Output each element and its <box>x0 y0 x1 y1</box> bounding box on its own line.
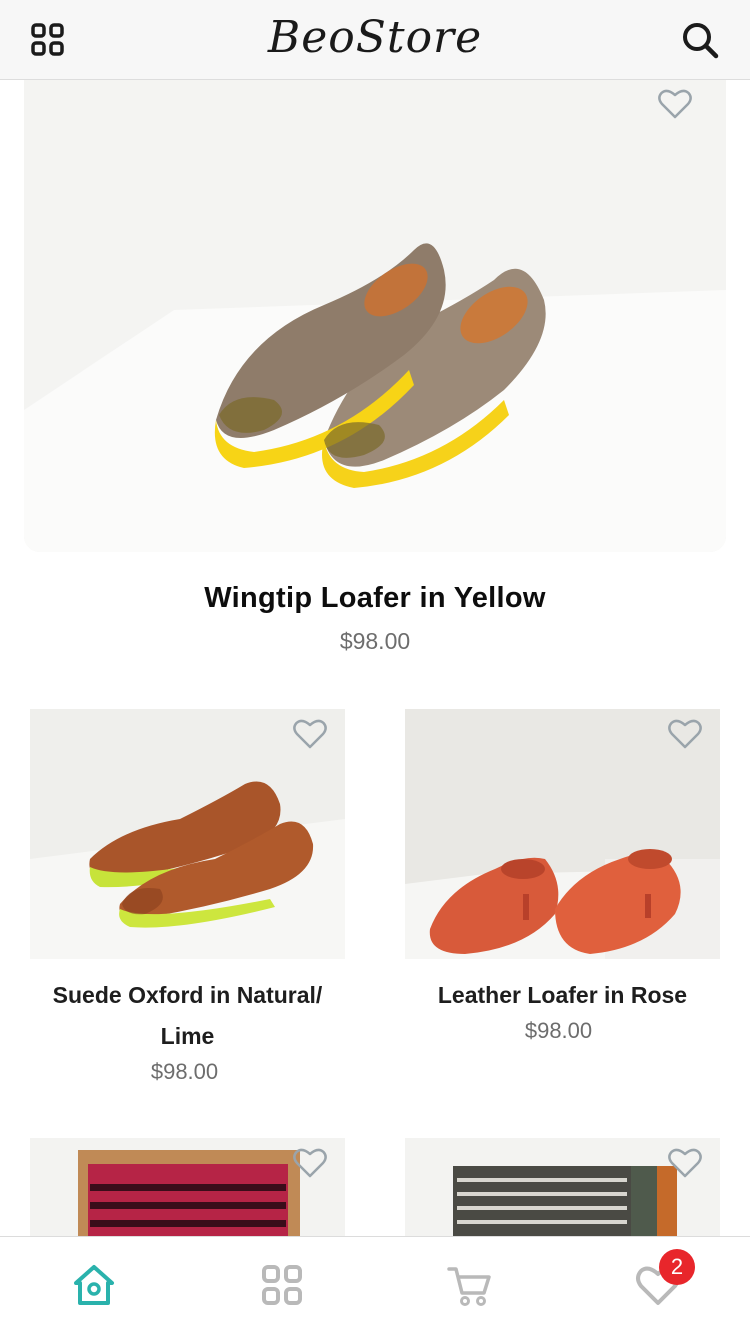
cart-icon[interactable] <box>446 1261 494 1309</box>
product-price: $98.00 <box>524 1018 593 1043</box>
product-title[interactable]: Leather Loafer in Rose <box>405 975 720 1016</box>
favorite-heart-icon[interactable] <box>293 1147 327 1179</box>
product-feed[interactable]: Wingtip Loafer in Yellow $98.00 Suede Ox… <box>0 80 750 1236</box>
product-price: $98.00 <box>150 1059 219 1084</box>
app-header: BeoStore <box>0 0 750 80</box>
favorite-heart-icon[interactable] <box>658 88 692 120</box>
product-image[interactable] <box>405 709 720 959</box>
wishlist-count-badge: 2 <box>659 1249 695 1285</box>
bottom-tab-bar: 2 <box>0 1236 750 1334</box>
featured-product-title[interactable]: Wingtip Loafer in Yellow <box>0 582 750 615</box>
favorite-heart-icon[interactable] <box>668 718 702 750</box>
product-title[interactable]: Suede Oxford in Natural/ Lime <box>30 975 345 1057</box>
featured-product-image[interactable] <box>24 80 726 552</box>
grid-icon[interactable] <box>258 1261 306 1309</box>
home-icon[interactable] <box>70 1261 118 1309</box>
search-icon[interactable] <box>680 20 720 60</box>
product-image[interactable] <box>30 1138 345 1236</box>
product-image[interactable] <box>405 1138 720 1236</box>
favorite-heart-icon[interactable] <box>668 1147 702 1179</box>
favorite-heart-icon[interactable] <box>293 718 327 750</box>
store-logo[interactable]: BeoStore <box>0 12 750 63</box>
featured-product-price: $98.00 <box>339 628 411 654</box>
product-image[interactable] <box>30 709 345 959</box>
